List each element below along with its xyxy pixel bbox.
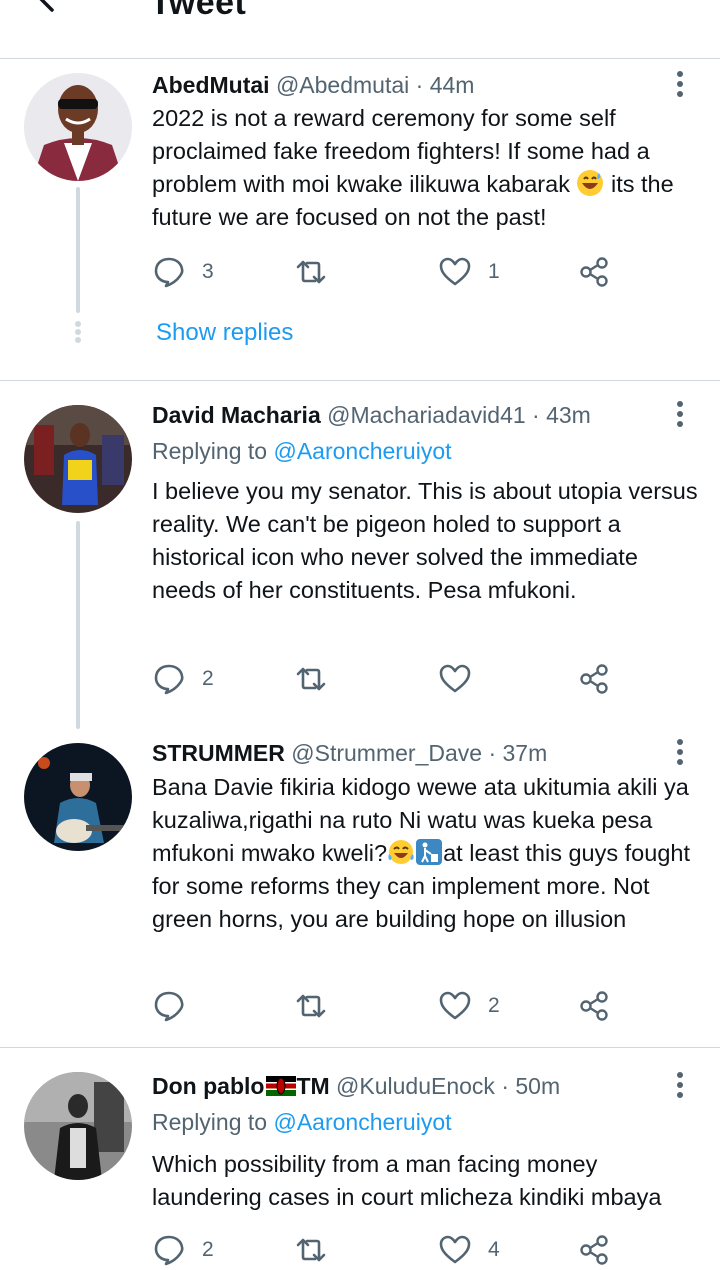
heart-icon [439, 257, 471, 286]
tweet-text: Bana Davie fikiria kidogo wewe ata ukitu… [152, 771, 707, 936]
kenya-flag-icon [266, 1076, 297, 1096]
more-options-icon[interactable] [670, 69, 690, 99]
share-button[interactable] [578, 986, 612, 1026]
tears-of-joy-emoji-icon [388, 840, 414, 864]
more-options-icon[interactable] [670, 737, 690, 767]
replying-to-label: Replying to [152, 438, 274, 464]
retweet-button[interactable] [294, 986, 328, 1026]
tweet-card[interactable]: AbedMutai @Abedmutai · 44m 2022 is not a… [0, 59, 720, 381]
display-name[interactable]: AbedMutai [152, 72, 270, 98]
retweet-button[interactable] [294, 252, 328, 292]
thread-line [76, 521, 80, 729]
like-count: 1 [488, 260, 500, 283]
reply-button[interactable]: 2 [152, 659, 214, 699]
like-button[interactable] [438, 659, 472, 699]
heart-icon [439, 1235, 471, 1264]
avatar[interactable] [24, 743, 132, 851]
tweet-actions: 3 1 [152, 252, 632, 292]
mention-link[interactable]: @Aaroncheruiyot [273, 438, 451, 464]
trash-person-emoji-icon [416, 839, 443, 865]
display-name[interactable]: Don pablo [152, 1073, 264, 1099]
share-icon [580, 991, 608, 1021]
more-replies-dots [75, 321, 81, 343]
share-icon [580, 1235, 608, 1265]
timestamp: · 50m [501, 1073, 561, 1099]
display-name[interactable]: David Macharia [152, 402, 321, 428]
top-bar: Tweet [0, 0, 720, 59]
retweet-icon [296, 667, 326, 691]
avatar[interactable] [24, 405, 132, 513]
reply-icon [154, 1235, 184, 1266]
grinning-sweat-emoji-icon [577, 170, 604, 196]
mention-link[interactable]: @Aaroncheruiyot [273, 1109, 451, 1135]
share-button[interactable] [578, 252, 612, 292]
timestamp: · 43m [532, 402, 591, 428]
tweet-card[interactable]: STRUMMER @Strummer_Dave · 37m Bana Davie… [0, 729, 720, 1048]
reply-button[interactable] [152, 986, 186, 1026]
tweet-actions: 2 [152, 659, 632, 699]
reply-button[interactable]: 2 [152, 1230, 214, 1270]
reply-icon [154, 664, 184, 695]
retweet-icon [296, 1238, 326, 1262]
tweet-actions: 2 4 [152, 1230, 632, 1270]
reply-count: 2 [202, 1238, 214, 1261]
arrow-left-icon[interactable] [30, 0, 78, 26]
replying-to: Replying to @Aaroncheruiyot [152, 437, 452, 465]
heart-icon [439, 664, 471, 693]
heart-icon [439, 991, 471, 1020]
retweet-icon [296, 260, 326, 284]
retweet-icon [296, 994, 326, 1018]
retweet-button[interactable] [294, 1230, 328, 1270]
replying-to: Replying to @Aaroncheruiyot [152, 1108, 452, 1136]
like-button[interactable]: 4 [438, 1230, 500, 1270]
tweet-actions: 2 [152, 986, 632, 1026]
tweet-text: 2022 is not a reward ceremony for some s… [152, 102, 707, 234]
display-name[interactable]: STRUMMER [152, 740, 285, 766]
more-options-icon[interactable] [670, 1070, 690, 1100]
timestamp: · 37m [488, 740, 548, 766]
tweet-header: Don pablo TM @KuluduEnock · 50m [152, 1072, 560, 1100]
tweet-text-part: 2022 is not a reward ceremony for some s… [152, 105, 650, 197]
replying-to-label: Replying to [152, 1109, 274, 1135]
tweet-card[interactable]: David Macharia @Machariadavid41 · 43m Re… [0, 381, 720, 729]
tweet-text: Which possibility from a man facing mone… [152, 1151, 662, 1210]
name-suffix: TM [296, 1073, 330, 1099]
like-button[interactable]: 2 [438, 986, 500, 1026]
handle[interactable]: @Machariadavid41 [327, 402, 526, 428]
tweet-header: STRUMMER @Strummer_Dave · 37m [152, 739, 547, 767]
retweet-button[interactable] [294, 659, 328, 699]
avatar[interactable] [24, 73, 132, 181]
thread-line [76, 187, 80, 313]
page-title: Tweet [150, 0, 247, 22]
reply-button[interactable]: 3 [152, 252, 214, 292]
handle[interactable]: @Strummer_Dave [291, 740, 482, 766]
reply-icon [154, 991, 184, 1022]
reply-count: 3 [202, 260, 214, 283]
tweet-header: David Macharia @Machariadavid41 · 43m [152, 401, 591, 429]
tweet-header: AbedMutai @Abedmutai · 44m [152, 71, 474, 99]
show-replies-link[interactable]: Show replies [156, 319, 293, 347]
share-icon [580, 257, 608, 287]
more-options-icon[interactable] [670, 399, 690, 429]
tweet-card[interactable]: Don pablo TM @KuluduEnock · 50m Replying… [0, 1048, 720, 1266]
handle[interactable]: @KuluduEnock [336, 1073, 495, 1099]
share-button[interactable] [578, 659, 612, 699]
tweet-text: I believe you my senator. This is about … [152, 478, 698, 603]
share-icon [580, 664, 608, 694]
like-button[interactable]: 1 [438, 252, 500, 292]
timestamp: · 44m [415, 72, 475, 98]
avatar[interactable] [24, 1072, 132, 1180]
share-button[interactable] [578, 1230, 612, 1270]
like-count: 4 [488, 1238, 500, 1261]
handle[interactable]: @Abedmutai [276, 72, 409, 98]
reply-count: 2 [202, 667, 214, 690]
like-count: 2 [488, 994, 500, 1017]
reply-icon [154, 257, 184, 288]
